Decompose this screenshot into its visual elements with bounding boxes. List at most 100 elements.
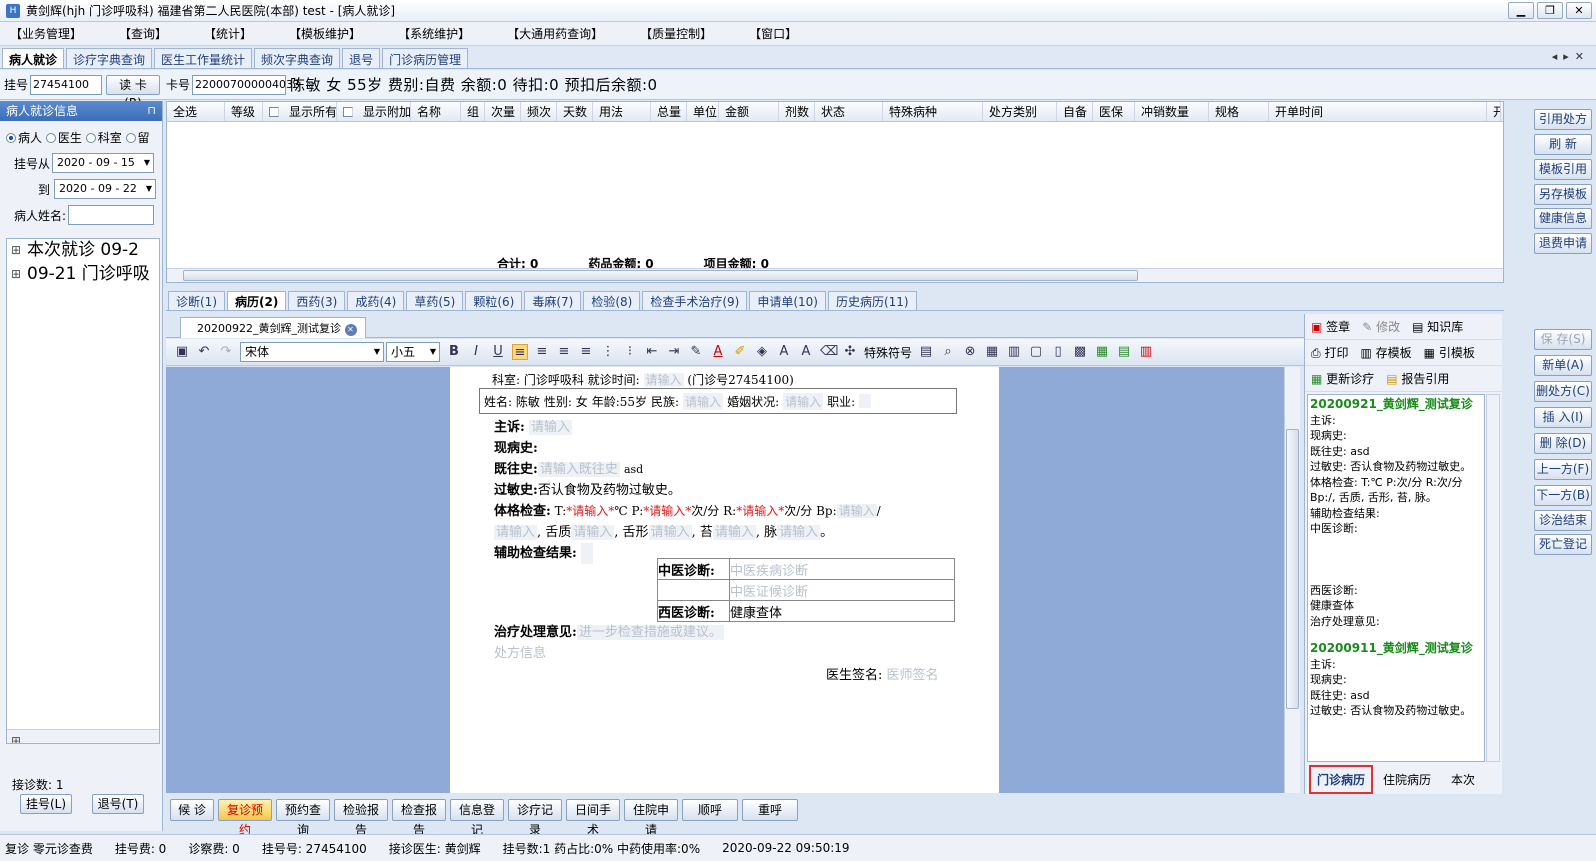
save-button[interactable]: 保 存(S): [1534, 329, 1592, 350]
call-next-button[interactable]: 顺呼: [682, 798, 738, 821]
tab-patent[interactable]: 成药(4): [347, 291, 405, 310]
bold-icon[interactable]: B: [446, 344, 462, 360]
tree-item-current[interactable]: 本次就诊 09-2: [7, 239, 159, 263]
tab-current[interactable]: 本次: [1441, 771, 1485, 788]
menu-drug-query[interactable]: 【大通用药查询】: [507, 25, 603, 42]
text-style-icon[interactable]: A: [776, 344, 792, 360]
edit-button[interactable]: ✎ 修改: [1362, 318, 1400, 335]
health-info-button[interactable]: 健康信息: [1534, 208, 1592, 229]
col-show-all[interactable]: 显示所有: [263, 102, 337, 121]
sign-field[interactable]: 医师签名: [887, 668, 939, 683]
insert-image-icon[interactable]: ▤: [918, 344, 934, 360]
temp-field[interactable]: *请输入*: [566, 504, 614, 518]
close-tab-icon[interactable]: ✕: [344, 324, 357, 336]
table-row-icon[interactable]: ▤: [1116, 344, 1132, 360]
text-effect-icon[interactable]: A: [798, 344, 814, 360]
font-color-icon[interactable]: A: [710, 344, 726, 360]
tab-patient-visit[interactable]: 病人就诊: [2, 48, 65, 68]
ethnic-field[interactable]: 请输入: [683, 392, 724, 410]
delete-rx-button[interactable]: 删处方(C): [1534, 381, 1592, 402]
grid-hscroll-thumb[interactable]: [183, 270, 1138, 281]
tab-dict-query[interactable]: 诊疗字典查询: [66, 48, 153, 68]
col-select-all[interactable]: 全选: [167, 102, 225, 121]
pulse-field[interactable]: *请输入*: [643, 504, 691, 518]
outdent-icon[interactable]: ⇤: [644, 344, 660, 360]
template-cite-button[interactable]: 模板引用: [1534, 159, 1592, 180]
tab-refund[interactable]: 退号: [342, 48, 381, 68]
menu-system[interactable]: 【系统维护】: [398, 25, 470, 42]
treat-field[interactable]: 进一步检查措施或建议。: [576, 625, 724, 640]
radio-stay[interactable]: [125, 133, 136, 143]
menu-window[interactable]: 【窗口】: [749, 25, 797, 42]
info-register-button[interactable]: 信息登记: [450, 798, 504, 837]
insert-field-icon[interactable]: ▦: [984, 344, 1000, 360]
chief-field[interactable]: 请输入: [528, 420, 572, 435]
font-family-select[interactable]: 宋体: [240, 342, 384, 362]
exam-report-button[interactable]: 检查报告: [392, 798, 446, 837]
cite-template-button[interactable]: ▦ 引模板: [1424, 344, 1475, 361]
bp-field[interactable]: 请输入: [836, 504, 877, 518]
highlight-icon[interactable]: ✐: [732, 344, 748, 360]
tongue-field[interactable]: 请输入: [571, 525, 615, 540]
tab-narcotic[interactable]: 毒麻(7): [524, 291, 582, 310]
aux-field[interactable]: [580, 543, 593, 564]
print-button[interactable]: ⎙ 打印: [1311, 344, 1348, 361]
knowledge-button[interactable]: ▤ 知识库: [1412, 318, 1463, 335]
reg-no-input[interactable]: 27454100: [30, 74, 103, 95]
resp-field[interactable]: *请输入*: [736, 504, 784, 518]
delete-button[interactable]: 删 除(D): [1534, 433, 1592, 454]
refund-request-button[interactable]: 退费申请: [1534, 233, 1592, 254]
new-rx-button[interactable]: 新单(A): [1534, 355, 1592, 376]
refresh-button[interactable]: 刷 新: [1534, 134, 1592, 155]
col-show-extra[interactable]: 显示附加: [337, 102, 411, 121]
save-template-button[interactable]: ▥ 存模板: [1360, 344, 1411, 361]
next-rx-button[interactable]: 下一方(B): [1534, 485, 1592, 506]
tab-history[interactable]: 历史病历(11): [827, 291, 917, 310]
tab-lab[interactable]: 检验(8): [583, 291, 641, 310]
past-field[interactable]: 请输入既往史: [537, 462, 620, 477]
binoculars-icon[interactable]: ⊗: [962, 344, 978, 360]
align-right-icon[interactable]: ≡: [556, 344, 572, 360]
save-icon[interactable]: ▣: [174, 344, 190, 360]
sign-button[interactable]: ▣ 签章: [1311, 318, 1350, 335]
menu-quality[interactable]: 【质量控制】: [640, 25, 712, 42]
tab-outpatient-record[interactable]: 门诊病历: [1309, 764, 1374, 794]
clear-format-icon[interactable]: ⌫: [820, 344, 838, 360]
save-as-template-button[interactable]: 另存模板: [1534, 184, 1592, 205]
update-treatment-button[interactable]: ▦ 更新诊疗: [1311, 370, 1374, 387]
tab-granule[interactable]: 颗粒(6): [465, 291, 523, 310]
job-field[interactable]: [859, 394, 872, 408]
restore-icon[interactable]: ❐: [1537, 2, 1563, 19]
card-no-input[interactable]: 220007000004033: [192, 74, 300, 95]
align-center-icon[interactable]: ≡: [534, 344, 550, 360]
tcm-field[interactable]: 中医疾病诊断: [729, 558, 955, 580]
insert-grid-icon[interactable]: ▩: [1072, 344, 1088, 360]
tab-western[interactable]: 西药(3): [288, 291, 346, 310]
bullet-list-icon[interactable]: ⁝: [622, 344, 638, 360]
menu-stats[interactable]: 【统计】: [204, 25, 252, 42]
tab-freq-query[interactable]: 频次字典查询: [254, 48, 341, 68]
record2-title[interactable]: 20200911_黄剑辉_测试复诊: [1310, 641, 1482, 657]
pin-icon[interactable]: ⊓: [147, 101, 156, 121]
tcm-syndrome-field[interactable]: 中医证候诊断: [729, 579, 955, 601]
record1-title[interactable]: 20200921_黄剑辉_测试复诊: [1310, 397, 1482, 413]
record-page[interactable]: 科室: 门诊呼吸科 就诊时间: 请输入 (门诊号27454100) 姓名: 陈敏…: [450, 367, 999, 793]
visit-record-button[interactable]: 诊疗记录: [508, 798, 562, 837]
waiting-button[interactable]: 候 诊: [170, 798, 214, 821]
format-painter-icon[interactable]: ✎: [688, 344, 704, 360]
tree-item-history[interactable]: 09-21 门诊呼吸: [7, 263, 159, 287]
tab-workload[interactable]: 医生工作量统计: [154, 48, 253, 68]
find-icon[interactable]: ⌕: [940, 344, 956, 360]
tab-exam-surgery[interactable]: 检查手术治疗(9): [642, 291, 748, 310]
pulse2-field[interactable]: 请输入: [777, 525, 821, 540]
numbered-list-icon[interactable]: ⋮: [600, 344, 616, 360]
admission-request-button[interactable]: 住院申请: [624, 798, 678, 837]
menu-template[interactable]: 【模板维护】: [289, 25, 361, 42]
wm-value[interactable]: 健康查体: [729, 600, 955, 622]
marriage-field[interactable]: 请输入: [783, 392, 824, 410]
tab-inpatient-record[interactable]: 住院病历: [1373, 771, 1441, 788]
tab-record[interactable]: 病历(2): [227, 291, 287, 310]
tree-hscroll[interactable]: [7, 729, 159, 743]
font-size-select[interactable]: 小五: [386, 342, 440, 362]
insert-button[interactable]: 插 入(I): [1534, 407, 1592, 428]
